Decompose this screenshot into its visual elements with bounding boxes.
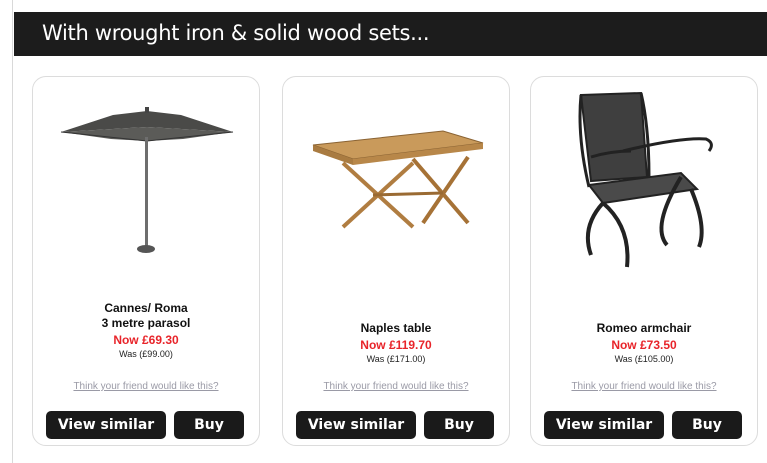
- share-with-friend-link[interactable]: Think your friend would like this?: [531, 381, 757, 392]
- product-name-line2: 3 metre parasol: [101, 316, 191, 330]
- was-price: Was (£171.00): [366, 354, 426, 364]
- share-with-friend-link[interactable]: Think your friend would like this?: [33, 381, 259, 392]
- product-card-armchair: Romeo armchair Now £73.50 Was (£105.00) …: [530, 76, 758, 446]
- left-divider: [12, 0, 13, 463]
- product-card-parasol: Cannes/ Roma 3 metre parasol Now £69.30 …: [32, 76, 260, 446]
- product-name: Cannes/ Roma: [104, 301, 188, 315]
- product-image-armchair[interactable]: [531, 77, 757, 287]
- share-with-friend-link[interactable]: Think your friend would like this?: [283, 381, 509, 392]
- banner-title: With wrought iron & solid wood sets...: [42, 21, 430, 45]
- now-price: Now £69.30: [113, 333, 179, 347]
- now-price: Now £119.70: [360, 338, 432, 352]
- section-banner: With wrought iron & solid wood sets...: [14, 12, 767, 56]
- product-name: Naples table: [360, 321, 432, 335]
- buy-button[interactable]: Buy: [174, 411, 244, 439]
- now-price: Now £73.50: [611, 338, 677, 352]
- view-similar-button[interactable]: View similar: [544, 411, 664, 439]
- product-image-parasol[interactable]: [33, 77, 259, 287]
- product-card-table: Naples table Now £119.70 Was (£171.00) T…: [282, 76, 510, 446]
- was-price: Was (£99.00): [119, 349, 173, 359]
- was-price: Was (£105.00): [614, 354, 674, 364]
- product-image-table[interactable]: [283, 77, 509, 287]
- buy-button[interactable]: Buy: [672, 411, 742, 439]
- product-name: Romeo armchair: [596, 321, 692, 335]
- view-similar-button[interactable]: View similar: [46, 411, 166, 439]
- buy-button[interactable]: Buy: [424, 411, 494, 439]
- view-similar-button[interactable]: View similar: [296, 411, 416, 439]
